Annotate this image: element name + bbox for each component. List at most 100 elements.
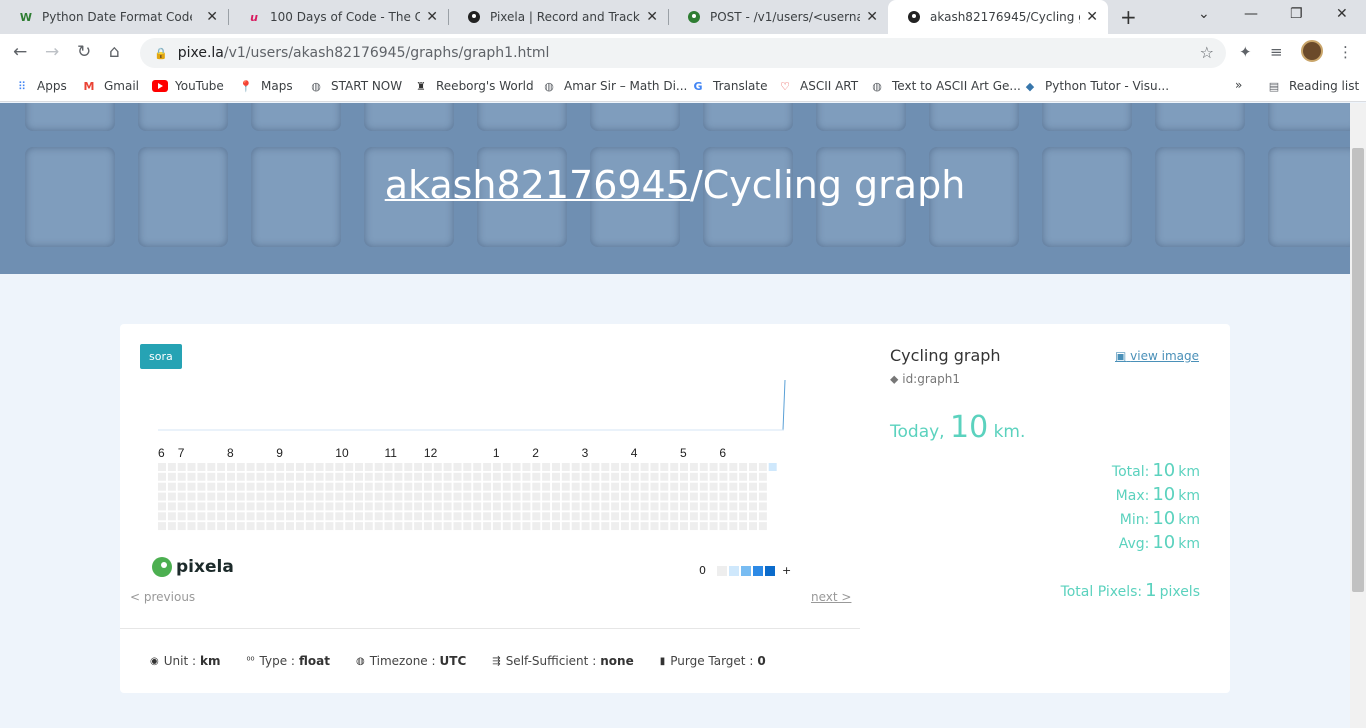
heatmap-cell[interactable] xyxy=(542,463,551,471)
heatmap-cell[interactable] xyxy=(236,463,245,471)
heatmap-cell[interactable] xyxy=(266,502,275,511)
heatmap-cell[interactable] xyxy=(492,472,501,481)
heatmap-cell[interactable] xyxy=(423,512,432,521)
heatmap-cell[interactable] xyxy=(699,512,708,521)
minimize-icon[interactable]: — xyxy=(1244,6,1258,22)
heatmap-cell[interactable] xyxy=(404,482,413,491)
heatmap-cell[interactable] xyxy=(611,463,620,471)
heatmap-cell[interactable] xyxy=(158,463,166,471)
heatmap-cell[interactable] xyxy=(236,492,245,501)
close-tab-icon[interactable]: ✕ xyxy=(646,9,658,25)
heatmap-cell[interactable] xyxy=(699,463,708,471)
heatmap-cell[interactable] xyxy=(522,512,531,521)
heatmap-cell[interactable] xyxy=(207,492,216,501)
heatmap-cell[interactable] xyxy=(640,472,649,481)
heatmap-cell[interactable] xyxy=(423,502,432,511)
heatmap-cell[interactable] xyxy=(453,522,462,531)
heatmap-cell[interactable] xyxy=(276,472,285,481)
heatmap-cell[interactable] xyxy=(502,512,511,521)
heatmap-cell[interactable] xyxy=(463,472,472,481)
heatmap-cell[interactable] xyxy=(227,492,235,501)
forward-icon[interactable]: → xyxy=(45,42,59,62)
heatmap-cell[interactable] xyxy=(335,472,344,481)
reload-icon[interactable]: ↻ xyxy=(77,42,91,62)
bookmark-star-icon[interactable]: ☆ xyxy=(1200,43,1214,62)
heatmap-cell[interactable] xyxy=(374,472,383,481)
heatmap-cell[interactable] xyxy=(295,463,304,471)
heatmap-cell[interactable] xyxy=(699,482,708,491)
heatmap-cell[interactable] xyxy=(404,463,413,471)
heatmap-cell[interactable] xyxy=(227,512,235,521)
heatmap-cell[interactable] xyxy=(295,502,304,511)
heatmap-cell[interactable] xyxy=(187,512,196,521)
heatmap-cell[interactable] xyxy=(158,482,166,491)
heatmap-cell[interactable] xyxy=(561,482,570,491)
heatmap-cell[interactable] xyxy=(630,482,639,491)
close-window-icon[interactable]: ✕ xyxy=(1336,6,1348,22)
heatmap-cell[interactable] xyxy=(374,502,383,511)
heatmap-cell[interactable] xyxy=(266,512,275,521)
heatmap-cell[interactable] xyxy=(256,522,265,531)
heatmap-cell[interactable] xyxy=(620,512,629,521)
heatmap-cell[interactable] xyxy=(453,482,462,491)
heatmap-cell[interactable] xyxy=(581,512,590,521)
heatmap-cell[interactable] xyxy=(532,463,541,471)
bookmark-reeborg[interactable]: ♜ Reeborg's World xyxy=(413,78,534,94)
heatmap-cell[interactable] xyxy=(739,512,748,521)
heatmap-cell[interactable] xyxy=(620,502,629,511)
heatmap-cell[interactable] xyxy=(286,492,294,501)
heatmap-cell[interactable] xyxy=(561,463,570,471)
heatmap-cell[interactable] xyxy=(315,502,324,511)
heatmap-cell[interactable] xyxy=(729,522,738,531)
heatmap-cell[interactable] xyxy=(670,463,679,471)
heatmap-cell[interactable] xyxy=(640,463,649,471)
heatmap-cell[interactable] xyxy=(542,522,551,531)
heatmap-cell[interactable] xyxy=(699,472,708,481)
heatmap-cell[interactable] xyxy=(364,522,373,531)
heatmap-cell[interactable] xyxy=(758,522,767,531)
tab-search-icon[interactable]: ⌄ xyxy=(1198,6,1210,22)
heatmap-cell[interactable] xyxy=(384,463,393,471)
close-tab-icon[interactable]: ✕ xyxy=(866,9,878,25)
heatmap-cell[interactable] xyxy=(167,482,176,491)
heatmap-cell[interactable] xyxy=(601,502,610,511)
heatmap-cell[interactable] xyxy=(640,502,649,511)
heatmap-cell[interactable] xyxy=(227,502,235,511)
heatmap-cell[interactable] xyxy=(355,482,363,491)
heatmap-cell[interactable] xyxy=(394,502,403,511)
close-tab-icon[interactable]: ✕ xyxy=(1086,9,1098,25)
heatmap-cell[interactable] xyxy=(709,492,718,501)
heatmap-cell[interactable] xyxy=(749,472,757,481)
heatmap-cell[interactable] xyxy=(591,512,600,521)
heatmap-cell[interactable] xyxy=(246,472,255,481)
heatmap-cell[interactable] xyxy=(758,502,767,511)
heatmap-cell[interactable] xyxy=(355,522,363,531)
heatmap-cell[interactable] xyxy=(374,482,383,491)
heatmap-cell[interactable] xyxy=(492,463,501,471)
heatmap-cell[interactable] xyxy=(345,522,354,531)
heatmap-cell[interactable] xyxy=(630,512,639,521)
heatmap-cell[interactable] xyxy=(414,522,423,531)
heatmap-cell[interactable] xyxy=(581,502,590,511)
heatmap-cell[interactable] xyxy=(217,522,226,531)
heatmap-cell[interactable] xyxy=(502,482,511,491)
heatmap-cell[interactable] xyxy=(512,512,521,521)
heatmap-cell[interactable] xyxy=(463,502,472,511)
heatmap-cell[interactable] xyxy=(680,512,688,521)
heatmap-cell[interactable] xyxy=(680,482,688,491)
home-icon[interactable]: ⌂ xyxy=(109,42,120,62)
heatmap-cell[interactable] xyxy=(611,502,620,511)
heatmap-cell[interactable] xyxy=(611,512,620,521)
heatmap-cell[interactable] xyxy=(276,522,285,531)
heatmap-cell[interactable] xyxy=(286,502,294,511)
heatmap-cell[interactable] xyxy=(611,492,620,501)
heatmap-cell[interactable] xyxy=(473,522,482,531)
heatmap-cell[interactable] xyxy=(699,492,708,501)
heatmap-cell[interactable] xyxy=(414,502,423,511)
heatmap-cell[interactable] xyxy=(364,482,373,491)
heatmap-cell[interactable] xyxy=(305,482,314,491)
heatmap-cell[interactable] xyxy=(719,512,728,521)
heatmap-cell[interactable] xyxy=(394,512,403,521)
new-tab-icon[interactable]: + xyxy=(1120,5,1137,29)
heatmap-cell[interactable] xyxy=(364,463,373,471)
